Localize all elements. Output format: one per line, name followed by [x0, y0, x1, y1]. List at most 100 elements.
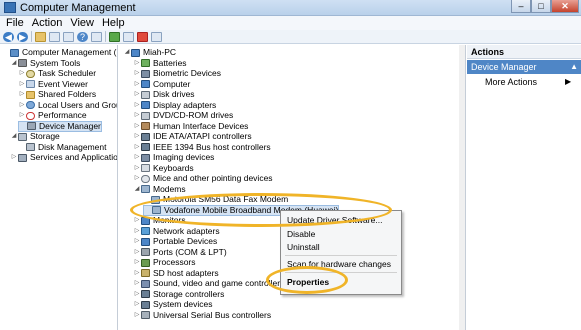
device-tree-item[interactable]: ▷ Keyboards	[133, 163, 194, 174]
expand-arrow-icon[interactable]: ▷	[133, 278, 141, 289]
device-tree-item[interactable]: ◢ Modems	[133, 184, 186, 195]
expand-arrow-icon[interactable]: ▷	[10, 152, 18, 163]
console-tree-item[interactable]: Disk Management	[18, 142, 107, 153]
expand-arrow-icon[interactable]: ▷	[133, 215, 141, 226]
expand-arrow-icon[interactable]: ▷	[18, 79, 26, 90]
console-tree-item[interactable]: ▷ Task Scheduler	[18, 68, 96, 79]
tree-item-label: Device Manager	[39, 120, 101, 131]
device-tree-item[interactable]: ▷ Computer	[133, 79, 191, 90]
expand-arrow-icon[interactable]: ▷	[133, 247, 141, 258]
device-tree-item[interactable]: ▷ Display adapters	[133, 100, 217, 111]
expand-arrow-icon[interactable]: ▷	[133, 299, 141, 310]
expand-arrow-icon[interactable]: ▷	[133, 152, 141, 163]
device-tree-item[interactable]: ▷ Portable Devices	[133, 236, 218, 247]
actions-device-manager-section[interactable]: Device Manager ▲	[467, 60, 581, 74]
device-tree-item[interactable]: ▷ Mice and other pointing devices	[133, 173, 273, 184]
console-tree-item[interactable]: ▷ Local Users and Groups	[18, 100, 117, 111]
vertical-scrollbar[interactable]	[459, 45, 465, 330]
expand-arrow-icon[interactable]: ▷	[133, 163, 141, 174]
forward-icon[interactable]: ▶	[17, 31, 28, 42]
collapse-arrow-icon[interactable]: ◢	[133, 184, 141, 195]
device-tree-item[interactable]: ▷ Universal Serial Bus controllers	[133, 310, 271, 321]
expand-arrow-icon[interactable]: ▷	[133, 310, 141, 321]
properties-icon[interactable]	[63, 31, 74, 42]
menu-view[interactable]: View	[68, 16, 100, 30]
expand-arrow-icon[interactable]: ▷	[18, 68, 26, 79]
disk-drive-icon	[141, 90, 150, 99]
expand-arrow-icon[interactable]: ▷	[133, 79, 141, 90]
menu-disable[interactable]: Disable	[287, 229, 315, 239]
expand-arrow-icon[interactable]: ▷	[18, 89, 26, 100]
device-tree-item[interactable]: ▷ IDE ATA/ATAPI controllers	[133, 131, 252, 142]
console-tree-item[interactable]: ▷ Shared Folders	[18, 89, 96, 100]
disable-device-icon[interactable]	[151, 31, 162, 42]
device-tree-item[interactable]: ▷ DVD/CD-ROM drives	[133, 110, 234, 121]
more-actions-link[interactable]: More Actions ▶	[485, 77, 571, 87]
menu-help[interactable]: Help	[100, 16, 131, 30]
tree-item-label: Portable Devices	[153, 236, 218, 246]
update-driver-icon[interactable]	[109, 31, 120, 42]
collapse-arrow-icon[interactable]: ◢	[10, 131, 18, 142]
device-tree-item[interactable]: ▷ Sound, video and game controllers	[133, 278, 285, 289]
maximize-button[interactable]: □	[531, 0, 551, 13]
expand-arrow-icon[interactable]: ▷	[133, 89, 141, 100]
console-tree-item[interactable]: ◢ Storage	[10, 131, 60, 142]
view-icon[interactable]	[91, 31, 102, 42]
collapse-arrow-icon[interactable]: ◢	[123, 47, 131, 58]
console-tree-item[interactable]: Computer Management (Local	[2, 47, 117, 58]
device-tree-item[interactable]: Motorola SM56 Data Fax Modem	[143, 194, 288, 205]
expand-arrow-icon[interactable]: ▷	[18, 110, 26, 121]
up-folder-icon[interactable]	[35, 31, 46, 42]
menu-scan-hardware[interactable]: Scan for hardware changes	[287, 259, 391, 269]
back-icon[interactable]: ◀	[3, 31, 14, 42]
minimize-button[interactable]: –	[511, 0, 531, 13]
console-tree-item[interactable]: ◢ System Tools	[10, 58, 81, 69]
expand-arrow-icon[interactable]: ▷	[133, 226, 141, 237]
help-icon[interactable]: ?	[77, 31, 88, 42]
console-tree-item[interactable]: ▷ Event Viewer	[18, 79, 88, 90]
expand-arrow-icon[interactable]: ▷	[133, 68, 141, 79]
expand-arrow-icon[interactable]: ▷	[133, 236, 141, 247]
show-hide-tree-icon[interactable]	[49, 31, 60, 42]
menu-action[interactable]: Action	[30, 16, 69, 30]
uninstall-icon[interactable]	[137, 31, 148, 42]
expand-arrow-icon[interactable]: ▷	[133, 268, 141, 279]
device-tree-item[interactable]: ▷ Ports (COM & LPT)	[133, 247, 227, 258]
device-tree-item[interactable]: ▷ Processors	[133, 257, 196, 268]
expand-arrow-icon[interactable]: ▷	[133, 110, 141, 121]
menu-properties[interactable]: Properties	[287, 277, 329, 287]
sd-host-icon	[141, 269, 150, 277]
device-tree-item[interactable]: ▷ Storage controllers	[133, 289, 225, 300]
expand-arrow-icon[interactable]: ▷	[133, 58, 141, 69]
device-tree-item[interactable]: ▷ Biometric Devices	[133, 68, 221, 79]
computer-icon	[141, 80, 150, 88]
device-tree-item[interactable]: ▷ Imaging devices	[133, 152, 215, 163]
collapse-caret-icon[interactable]: ▲	[570, 60, 578, 74]
expand-arrow-icon[interactable]: ▷	[18, 100, 26, 111]
menu-update-driver[interactable]: Update Driver Software...	[287, 215, 382, 225]
expand-arrow-icon[interactable]: ▷	[133, 142, 141, 153]
device-tree-item[interactable]: ▷ Monitors	[133, 215, 186, 226]
menu-file[interactable]: File	[4, 16, 30, 30]
device-tree-item[interactable]: ▷ Disk drives	[133, 89, 195, 100]
console-tree-item[interactable]: ▷ Performance	[18, 110, 87, 121]
collapse-arrow-icon[interactable]: ◢	[10, 58, 18, 69]
device-tree-item[interactable]: ▷ Batteries	[133, 58, 187, 69]
console-tree-item[interactable]: ▷ Services and Applications	[10, 152, 117, 163]
expand-arrow-icon[interactable]: ▷	[133, 131, 141, 142]
device-tree-item[interactable]: ▷ Network adapters	[133, 226, 220, 237]
scan-hardware-icon[interactable]	[123, 31, 134, 42]
expand-arrow-icon[interactable]: ▷	[133, 173, 141, 184]
console-tree-item[interactable]: Device Manager	[18, 120, 102, 132]
expand-arrow-icon[interactable]: ▷	[133, 289, 141, 300]
device-tree-item[interactable]: ▷ IEEE 1394 Bus host controllers	[133, 142, 271, 153]
device-tree-item[interactable]: ▷ SD host adapters	[133, 268, 219, 279]
device-tree-item[interactable]: ▷ Human Interface Devices	[133, 121, 249, 132]
expand-arrow-icon[interactable]: ▷	[133, 100, 141, 111]
close-button[interactable]: ✕	[551, 0, 579, 13]
expand-arrow-icon[interactable]: ▷	[133, 121, 141, 132]
device-tree-item[interactable]: ▷ System devices	[133, 299, 213, 310]
expand-arrow-icon[interactable]: ▷	[133, 257, 141, 268]
menu-uninstall[interactable]: Uninstall	[287, 242, 320, 252]
device-tree-item[interactable]: ◢ Miah-PC	[123, 47, 176, 58]
